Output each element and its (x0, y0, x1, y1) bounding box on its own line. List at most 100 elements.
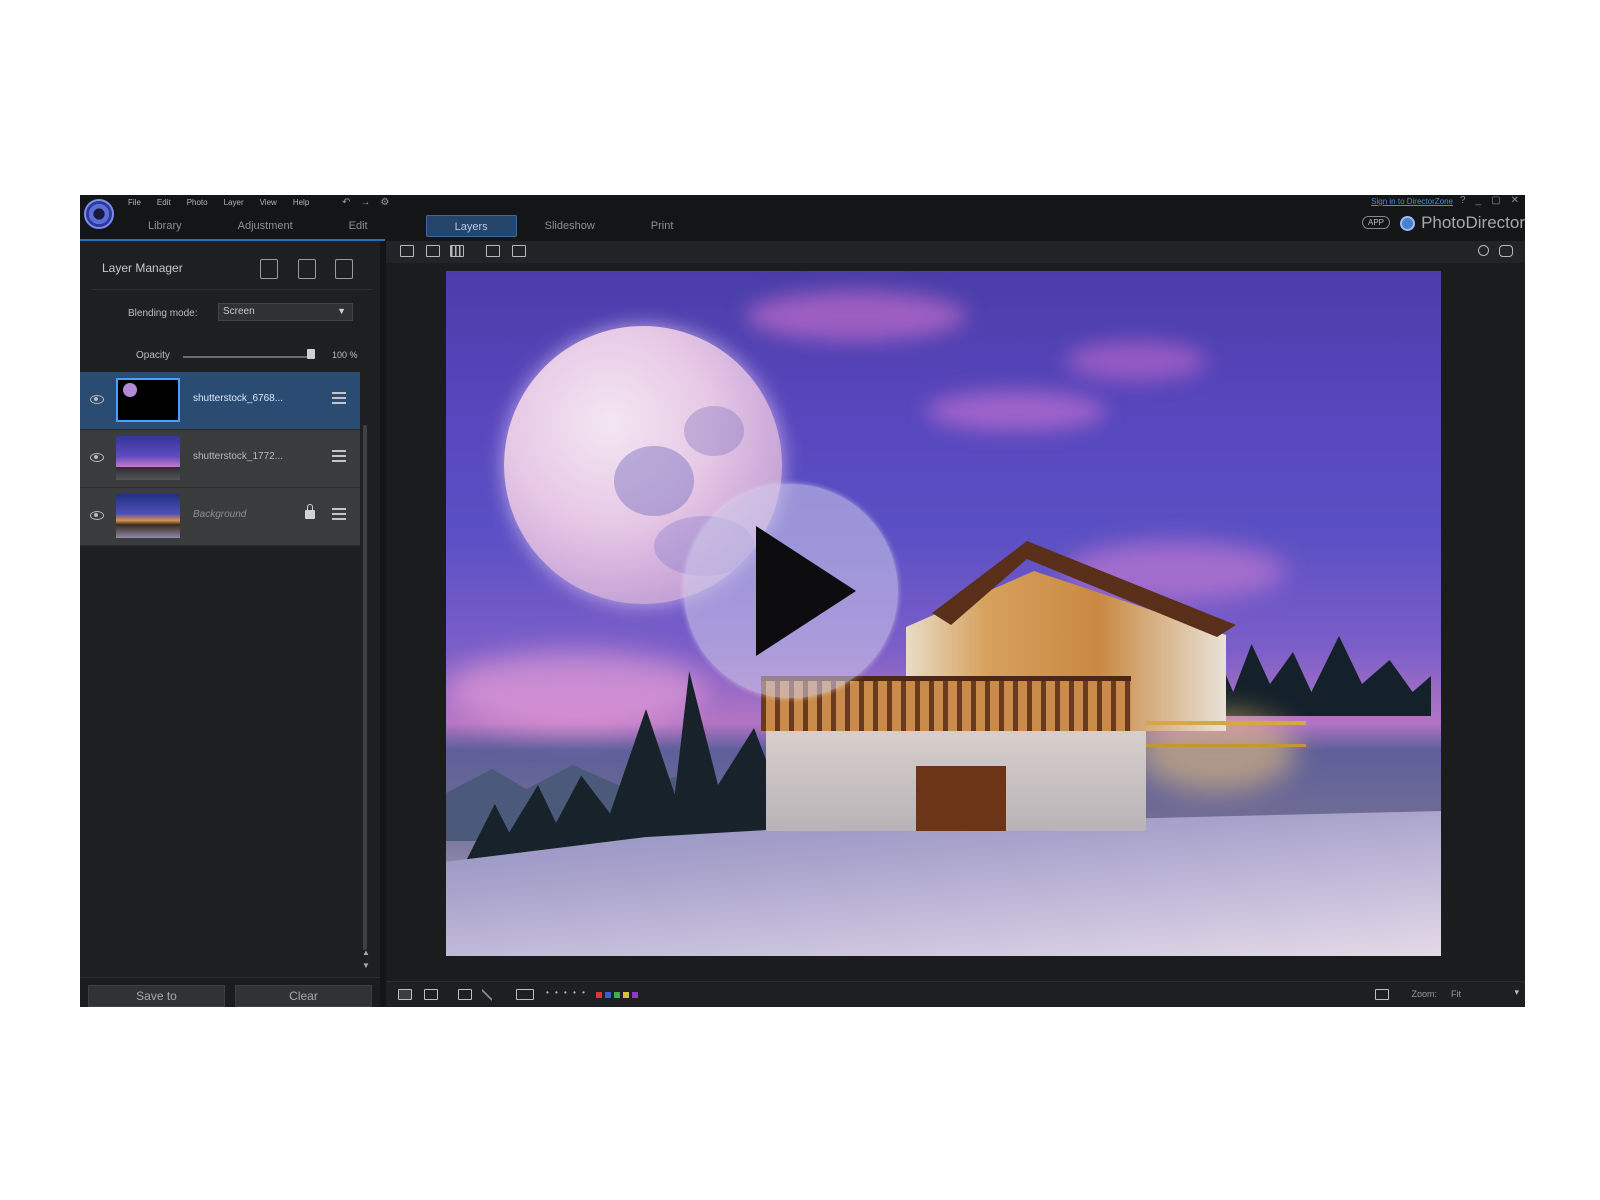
quick-actions: ↶ → ⚙ (342, 195, 389, 209)
play-button[interactable] (684, 484, 898, 698)
layer-settings-icon[interactable] (332, 392, 346, 406)
hand-tool-icon[interactable] (1499, 245, 1513, 257)
brush-icon[interactable] (482, 989, 492, 1001)
chevron-down-icon[interactable]: ▾ (1514, 987, 1519, 998)
close-icon[interactable]: ✕ (1511, 195, 1519, 206)
scroll-down-icon[interactable]: ▼ (362, 961, 370, 970)
layer-row[interactable]: shutterstock_1772... (80, 430, 360, 488)
layer-thumbnail (116, 378, 180, 422)
panel-scrollbar[interactable] (363, 425, 367, 950)
app-badge[interactable]: APP (1361, 216, 1390, 229)
menu-photo[interactable]: Photo (187, 198, 208, 207)
menu-view[interactable]: View (260, 198, 277, 207)
layer-thumbnail (116, 494, 180, 538)
sign-in-link[interactable]: Sign in to DirectorZone (1371, 197, 1453, 206)
undo-icon[interactable]: ↶ (342, 197, 350, 208)
grid-view-icon[interactable] (450, 245, 464, 257)
compare-view-icon[interactable] (400, 245, 414, 257)
layer-settings-icon[interactable] (332, 508, 346, 522)
color-label-purple[interactable] (632, 992, 638, 998)
panel-title: Layer Manager (102, 261, 183, 275)
view-toolbar (386, 241, 1525, 263)
settings-gear-icon[interactable]: ⚙ (380, 197, 389, 208)
tab-slideshow[interactable]: Slideshow (517, 215, 623, 237)
eye-icon[interactable] (90, 511, 104, 520)
layer-manager-panel: Layer Manager Blending mode: Screen ▼ Op… (80, 241, 380, 1007)
photodirector-window: File Edit Photo Layer View Help ↶ → ⚙ Li… (80, 195, 1525, 1007)
export-icon[interactable] (486, 245, 500, 257)
title-bar: File Edit Photo Layer View Help ↶ → ⚙ Li… (80, 195, 1525, 241)
zoom-select[interactable]: Fit (1451, 989, 1461, 999)
redo-icon[interactable]: → (360, 197, 370, 208)
minimize-icon[interactable]: _ (1476, 195, 1482, 206)
scroll-up-icon[interactable]: ▲ (362, 948, 370, 957)
opacity-slider-track[interactable] (183, 356, 313, 358)
menu-help[interactable]: Help (293, 198, 309, 207)
search-icon[interactable] (1478, 245, 1489, 256)
cloud (926, 391, 1106, 431)
chalet-garage-door (916, 766, 1006, 831)
help-icon[interactable]: ? (1460, 195, 1466, 206)
blending-mode-label: Blending mode: (128, 308, 198, 319)
color-label-blue[interactable] (605, 992, 611, 998)
maximize-icon[interactable]: ▢ (1491, 195, 1500, 206)
duplicate-layer-icon[interactable] (335, 259, 353, 279)
star-rating[interactable]: • • • • • (546, 988, 587, 997)
menu-edit[interactable]: Edit (157, 198, 171, 207)
color-label-green[interactable] (614, 992, 620, 998)
blending-mode-select[interactable]: Screen ▼ (218, 303, 353, 321)
tab-layers[interactable]: Layers (425, 215, 517, 237)
fence (1146, 721, 1306, 747)
layer-name: Background (193, 509, 247, 520)
layer-settings-icon[interactable] (332, 450, 346, 464)
menu-file[interactable]: File (128, 198, 141, 207)
split-view-icon[interactable] (424, 989, 438, 1000)
tab-adjustment[interactable]: Adjustment (210, 215, 321, 237)
layer-row[interactable]: shutterstock_6768... (80, 372, 360, 430)
tab-library[interactable]: Library (120, 215, 210, 237)
layer-list: shutterstock_6768... shutterstock_1772..… (80, 372, 360, 546)
clear-button[interactable]: Clear (235, 985, 372, 1007)
menu-layer[interactable]: Layer (224, 198, 244, 207)
eye-icon[interactable] (90, 453, 104, 462)
new-layer-icon[interactable] (298, 259, 316, 279)
single-view-icon[interactable] (426, 245, 440, 257)
eye-icon[interactable] (90, 395, 104, 404)
save-to-button[interactable]: Save to (88, 985, 225, 1007)
flag-icon[interactable] (516, 989, 534, 1000)
layer-name: shutterstock_1772... (193, 451, 284, 462)
zoom-label: Zoom: (1411, 989, 1437, 999)
color-label-yellow[interactable] (623, 992, 629, 998)
brand-icon (1400, 215, 1416, 231)
rotate-icon[interactable] (458, 989, 472, 1000)
slideshow-icon[interactable] (512, 245, 526, 257)
moon-crater (614, 446, 694, 516)
color-labels (596, 992, 638, 998)
divider (92, 289, 372, 290)
cloud (746, 291, 966, 341)
info-panel-icon[interactable] (1375, 989, 1389, 1000)
color-label-red[interactable] (596, 992, 602, 998)
layer-thumbnail (116, 436, 180, 480)
photo-canvas[interactable] (446, 271, 1441, 956)
panel-footer: Save to Clear (80, 977, 380, 1007)
layer-name: shutterstock_6768... (193, 393, 284, 404)
opacity-value: 100 % (332, 350, 358, 360)
cloud (446, 651, 706, 731)
tab-print[interactable]: Print (623, 215, 702, 237)
tab-edit[interactable]: Edit (321, 215, 396, 237)
brand: PhotoDirector (1400, 213, 1525, 233)
trash-icon[interactable] (260, 259, 278, 279)
layer-row[interactable]: Background (80, 488, 360, 546)
blending-mode-value: Screen (223, 306, 255, 317)
lock-icon[interactable] (305, 504, 315, 519)
trees (1201, 636, 1431, 716)
menu-bar: File Edit Photo Layer View Help (128, 195, 309, 209)
image-viewer: • • • • • Zoom: Fit ▾ (386, 241, 1525, 1007)
opacity-slider-thumb[interactable] (307, 349, 315, 359)
cloud (1066, 341, 1206, 381)
opacity-label: Opacity (136, 350, 170, 361)
brand-name: PhotoDirector (1421, 213, 1525, 232)
single-view-icon[interactable] (398, 989, 412, 1000)
mode-tabs: Library Adjustment Edit Layers Slideshow… (80, 211, 701, 241)
